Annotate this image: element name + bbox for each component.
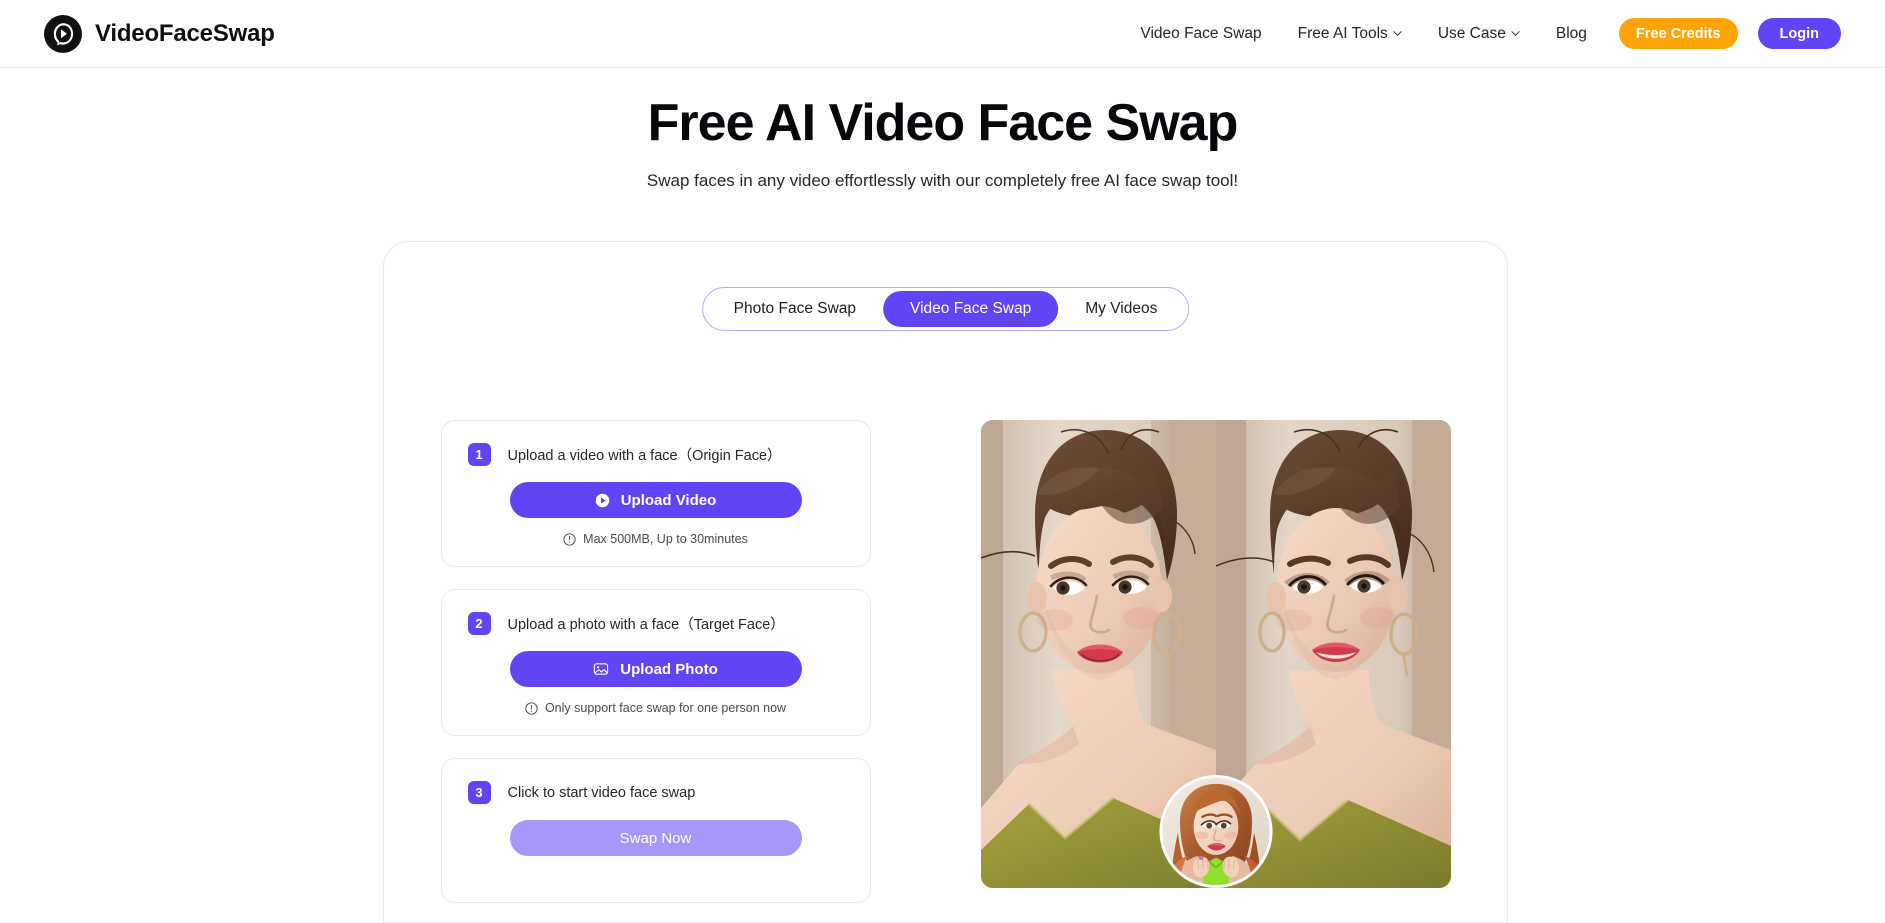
step-card-3: 3 Click to start video face swap Swap No… bbox=[440, 758, 871, 903]
step-card-2: 2 Upload a photo with a face（Target Face… bbox=[440, 589, 871, 736]
chevron-down-icon bbox=[1511, 29, 1520, 38]
nav-label: Use Case bbox=[1437, 24, 1506, 42]
upload-video-button[interactable]: Upload Video bbox=[509, 482, 802, 518]
tab-video-face-swap[interactable]: Video Face Swap bbox=[883, 291, 1059, 327]
tab-my-videos[interactable]: My Videos bbox=[1058, 291, 1184, 327]
mode-tab-switcher: Photo Face Swap Video Face Swap My Video… bbox=[701, 287, 1190, 331]
nav-item-free-ai-tools[interactable]: Free AI Tools bbox=[1280, 26, 1420, 42]
play-circle-icon bbox=[595, 493, 610, 508]
free-credits-button[interactable]: Free Credits bbox=[1618, 18, 1738, 49]
site-header: VideoFaceSwap Video Face Swap Free AI To… bbox=[0, 0, 1885, 68]
nav-label: Free AI Tools bbox=[1297, 24, 1388, 42]
hint-text: Max 500MB, Up to 30minutes bbox=[583, 532, 748, 546]
info-circle-icon bbox=[563, 532, 576, 546]
nav-item-blog[interactable]: Blog bbox=[1538, 26, 1605, 42]
main-nav: Video Face Swap Free AI Tools Use Case B… bbox=[1122, 18, 1841, 49]
login-button[interactable]: Login bbox=[1757, 18, 1841, 49]
workspace: 1 Upload a video with a face（Origin Face… bbox=[384, 420, 1507, 903]
step-number-badge: 3 bbox=[467, 781, 491, 804]
nav-item-video-face-swap[interactable]: Video Face Swap bbox=[1122, 26, 1279, 42]
upload-photo-button[interactable]: Upload Photo bbox=[509, 651, 802, 687]
step-card-1: 1 Upload a video with a face（Origin Face… bbox=[440, 420, 871, 567]
hint-text: Only support face swap for one person no… bbox=[544, 701, 787, 715]
brand-name: VideoFaceSwap bbox=[95, 19, 275, 47]
step-header: 1 Upload a video with a face（Origin Face… bbox=[467, 443, 844, 466]
tab-photo-face-swap[interactable]: Photo Face Swap bbox=[707, 291, 883, 327]
step-title: Upload a video with a face（Origin Face） bbox=[507, 448, 782, 464]
page-subtitle: Swap faces in any video effortlessly wit… bbox=[646, 170, 1239, 190]
image-icon bbox=[593, 661, 609, 677]
nav-label: Video Face Swap bbox=[1140, 24, 1262, 42]
chevron-down-icon bbox=[1393, 29, 1402, 38]
face-play-logo-icon bbox=[44, 14, 82, 53]
step-header: 3 Click to start video face swap bbox=[467, 781, 844, 804]
step-title: Click to start video face swap bbox=[507, 784, 696, 801]
hero-section: Free AI Video Face Swap Swap faces in an… bbox=[0, 68, 1885, 191]
step-number-badge: 2 bbox=[467, 612, 491, 635]
tool-panel: Photo Face Swap Video Face Swap My Video… bbox=[383, 241, 1508, 923]
info-circle-icon bbox=[525, 701, 538, 715]
step-header: 2 Upload a photo with a face（Target Face… bbox=[467, 612, 844, 635]
brand-logo-link[interactable]: VideoFaceSwap bbox=[44, 14, 275, 53]
swap-now-label: Swap Now bbox=[619, 829, 692, 847]
nav-item-use-case[interactable]: Use Case bbox=[1420, 26, 1538, 42]
swap-now-button[interactable]: Swap Now bbox=[509, 820, 802, 856]
step-title: Upload a photo with a face（Target Face） bbox=[507, 617, 785, 633]
upload-photo-label: Upload Photo bbox=[620, 660, 718, 678]
target-face-avatar-circle[interactable] bbox=[1159, 775, 1272, 888]
steps-column: 1 Upload a video with a face（Origin Face… bbox=[440, 420, 871, 903]
upload-video-label: Upload Video bbox=[620, 491, 717, 509]
step-number-badge: 1 bbox=[467, 443, 491, 466]
page-title: Free AI Video Face Swap bbox=[647, 94, 1239, 152]
preview-area bbox=[980, 420, 1451, 888]
step-2-hint: Only support face swap for one person no… bbox=[468, 701, 844, 715]
nav-label: Blog bbox=[1555, 24, 1587, 42]
step-1-hint: Max 500MB, Up to 30minutes bbox=[468, 532, 844, 546]
